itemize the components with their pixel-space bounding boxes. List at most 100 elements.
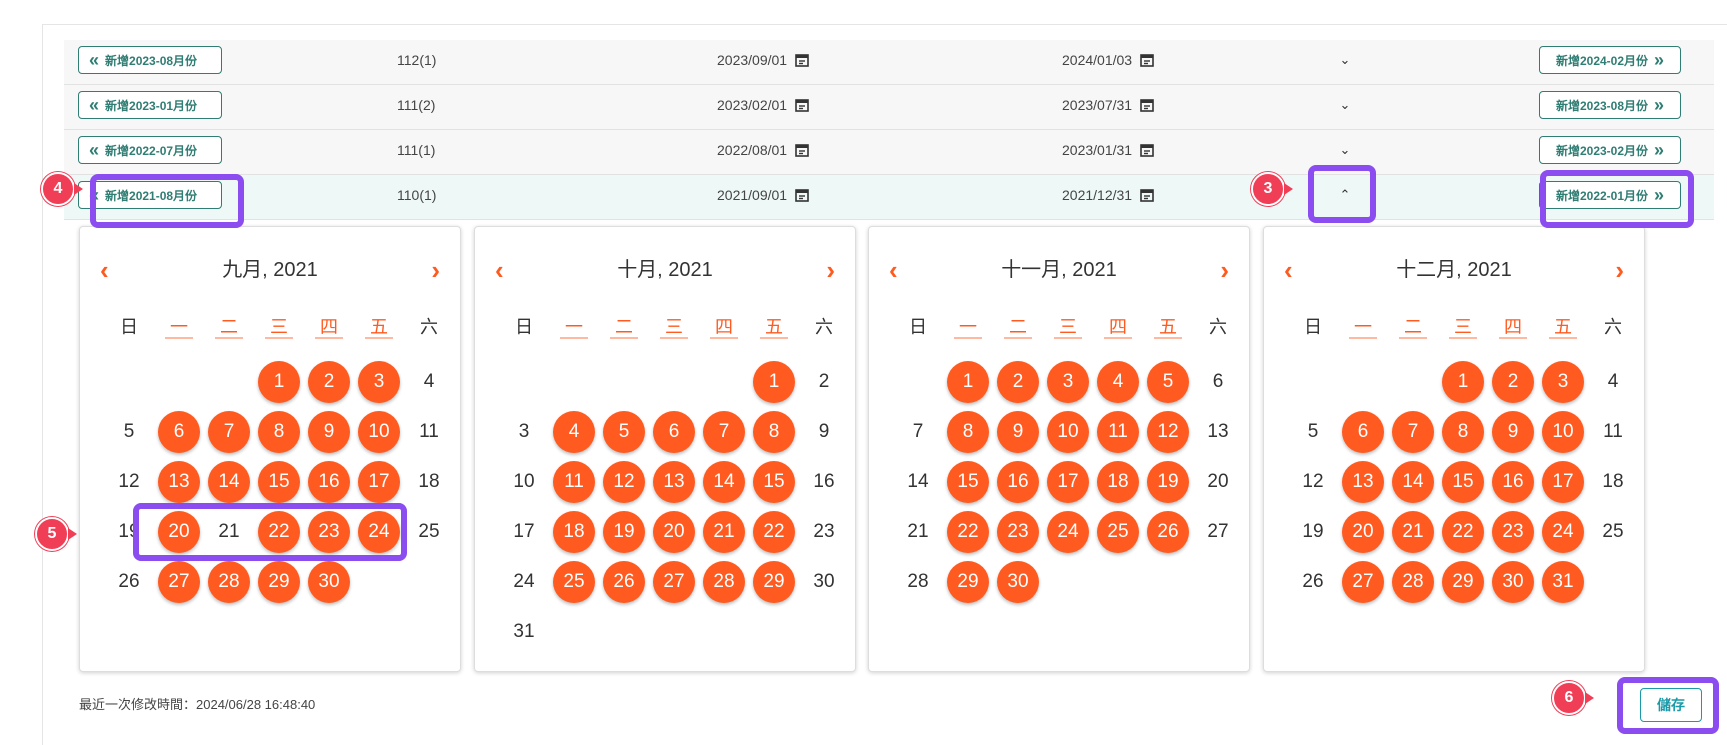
add-previous-month-button[interactable]: «新增2022-07月份 [78,136,222,164]
calendar-day-selected[interactable]: 13 [158,461,200,503]
calendar-day-selected[interactable]: 2 [308,361,350,403]
calendar-day-selected[interactable]: 20 [653,511,695,553]
calendar-day-selected[interactable]: 22 [753,511,795,553]
calendar-day-selected[interactable]: 3 [1542,361,1584,403]
calendar-day-selected[interactable]: 19 [603,511,645,553]
calendar-day[interactable]: 14 [897,461,939,503]
calendar-day-selected[interactable]: 16 [1492,461,1534,503]
calendar-day[interactable]: 26 [1292,561,1334,603]
chevron-right-icon[interactable]: › [826,255,835,285]
calendar-day-selected[interactable]: 18 [1097,461,1139,503]
calendar-day-selected[interactable]: 1 [753,361,795,403]
calendar-day[interactable]: 12 [1292,461,1334,503]
calendar-day-selected[interactable]: 19 [1147,461,1189,503]
calendar-day-selected[interactable]: 4 [553,411,595,453]
calendar-day[interactable]: 24 [503,561,545,603]
calendar-day[interactable]: 18 [1592,461,1634,503]
calendar-day-selected[interactable]: 30 [308,561,350,603]
calendar-day[interactable]: 26 [108,561,150,603]
start-date[interactable]: 2022/08/01 [717,136,809,164]
end-date[interactable]: 2024/01/03 [1062,46,1154,74]
calendar-day-selected[interactable]: 15 [947,461,989,503]
calendar-day-selected[interactable]: 7 [1392,411,1434,453]
calendar-day-selected[interactable]: 11 [1097,411,1139,453]
calendar-day-selected[interactable]: 17 [1542,461,1584,503]
calendar-day-selected[interactable]: 1 [947,361,989,403]
chevron-left-icon[interactable]: ‹ [889,255,898,285]
calendar-day-selected[interactable]: 8 [258,411,300,453]
calendar-day-selected[interactable]: 5 [603,411,645,453]
chevron-down-icon[interactable]: ⌄ [1335,46,1355,74]
calendar-day-selected[interactable]: 8 [753,411,795,453]
calendar-day[interactable]: 7 [897,411,939,453]
calendar-day[interactable]: 25 [408,511,450,553]
calendar-day[interactable]: 18 [408,461,450,503]
calendar-day[interactable]: 5 [108,411,150,453]
calendar-day[interactable]: 30 [803,561,845,603]
calendar-day-selected[interactable]: 3 [358,361,400,403]
calendar-day-selected[interactable]: 26 [603,561,645,603]
calendar-day-selected[interactable]: 6 [1342,411,1384,453]
calendar-day[interactable]: 20 [1197,461,1239,503]
chevron-left-icon[interactable]: ‹ [1284,255,1293,285]
chevron-right-icon[interactable]: › [1615,255,1624,285]
calendar-day[interactable]: 12 [108,461,150,503]
calendar-day-selected[interactable]: 22 [947,511,989,553]
calendar-day-selected[interactable]: 21 [703,511,745,553]
start-date[interactable]: 2021/09/01 [717,181,809,209]
calendar-day-selected[interactable]: 16 [308,461,350,503]
chevron-right-icon[interactable]: › [431,255,440,285]
chevron-left-icon[interactable]: ‹ [100,255,109,285]
calendar-day-selected[interactable]: 29 [1442,561,1484,603]
calendar-day-selected[interactable]: 9 [308,411,350,453]
calendar-day-selected[interactable]: 7 [208,411,250,453]
calendar-day-selected[interactable]: 10 [358,411,400,453]
calendar-day-selected[interactable]: 14 [703,461,745,503]
calendar-day-selected[interactable]: 29 [947,561,989,603]
end-date[interactable]: 2023/07/31 [1062,91,1154,119]
calendar-day-selected[interactable]: 27 [1342,561,1384,603]
calendar-day-selected[interactable]: 15 [258,461,300,503]
calendar-day-selected[interactable]: 27 [158,561,200,603]
add-next-month-button[interactable]: 新增2024-02月份» [1539,46,1681,74]
calendar-day-selected[interactable]: 5 [1147,361,1189,403]
calendar-day-selected[interactable]: 18 [553,511,595,553]
calendar-day-selected[interactable]: 23 [1492,511,1534,553]
calendar-day-selected[interactable]: 27 [653,561,695,603]
add-next-month-button[interactable]: 新增2023-08月份» [1539,91,1681,119]
chevron-left-icon[interactable]: ‹ [495,255,504,285]
calendar-day-selected[interactable]: 28 [1392,561,1434,603]
calendar-day[interactable]: 23 [803,511,845,553]
calendar-day-selected[interactable]: 26 [1147,511,1189,553]
calendar-day-selected[interactable]: 17 [358,461,400,503]
calendar-day-selected[interactable]: 9 [1492,411,1534,453]
calendar-day-selected[interactable]: 30 [997,561,1039,603]
calendar-day[interactable]: 9 [803,411,845,453]
calendar-day[interactable]: 31 [503,611,545,653]
calendar-day-selected[interactable]: 24 [1047,511,1089,553]
calendar-day-selected[interactable]: 10 [1542,411,1584,453]
calendar-day-selected[interactable]: 24 [1542,511,1584,553]
calendar-day[interactable]: 16 [803,461,845,503]
calendar-day[interactable]: 27 [1197,511,1239,553]
calendar-day-selected[interactable]: 22 [1442,511,1484,553]
calendar-day[interactable]: 17 [503,511,545,553]
calendar-day-selected[interactable]: 13 [653,461,695,503]
calendar-day-selected[interactable]: 25 [553,561,595,603]
calendar-day[interactable]: 11 [1592,411,1634,453]
chevron-down-icon[interactable]: ⌄ [1335,136,1355,164]
calendar-day-selected[interactable]: 9 [997,411,1039,453]
calendar-day-selected[interactable]: 12 [1147,411,1189,453]
calendar-day-selected[interactable]: 20 [1342,511,1384,553]
calendar-day[interactable]: 13 [1197,411,1239,453]
calendar-day-selected[interactable]: 21 [1392,511,1434,553]
calendar-day[interactable]: 11 [408,411,450,453]
calendar-day-selected[interactable]: 29 [753,561,795,603]
calendar-day-selected[interactable]: 29 [258,561,300,603]
end-date[interactable]: 2023/01/31 [1062,136,1154,164]
calendar-day-selected[interactable]: 11 [553,461,595,503]
add-previous-month-button[interactable]: «新增2023-08月份 [78,46,222,74]
calendar-day-selected[interactable]: 15 [1442,461,1484,503]
calendar-day[interactable]: 25 [1592,511,1634,553]
calendar-day[interactable]: 3 [503,411,545,453]
